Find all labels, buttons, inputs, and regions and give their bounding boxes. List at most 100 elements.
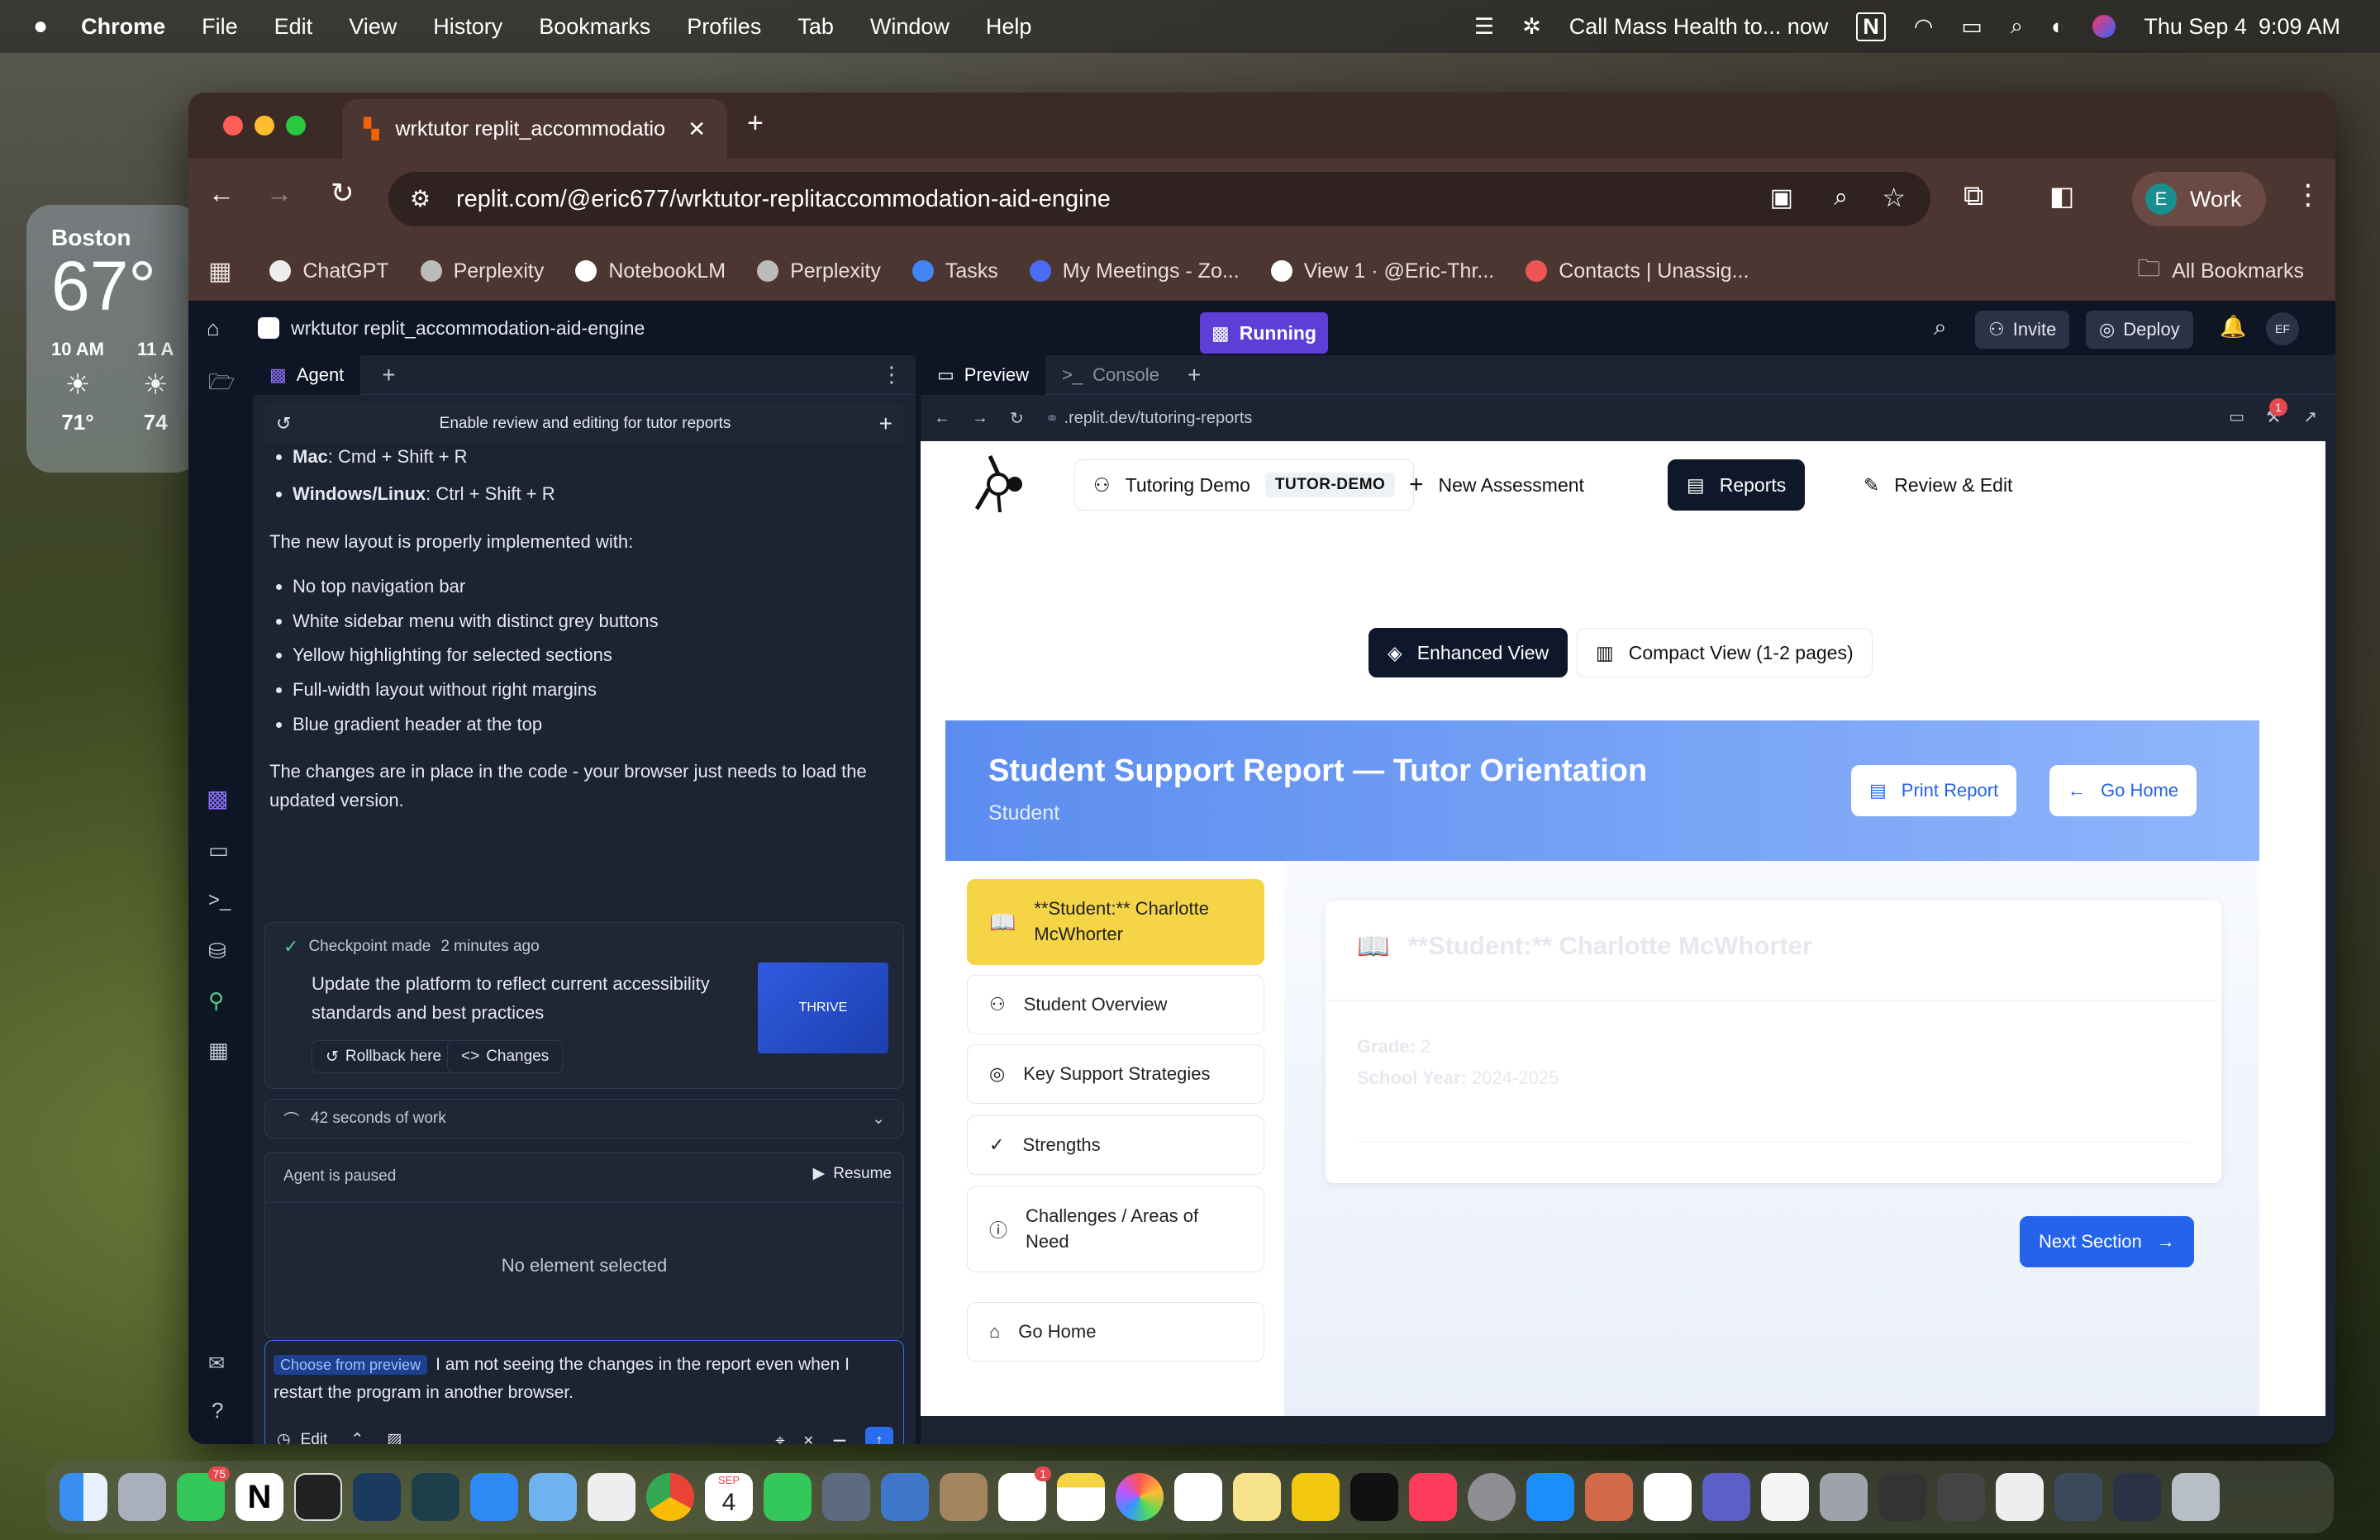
battery-icon[interactable]: ▭: [1961, 14, 1983, 40]
menubar-time[interactable]: 9:09 AM: [2259, 14, 2340, 40]
new-tab-button[interactable]: +: [747, 107, 764, 140]
reminders-icon[interactable]: 1: [998, 1466, 1051, 1521]
trash-icon[interactable]: [2172, 1473, 2220, 1521]
app-store-icon[interactable]: [1526, 1473, 1574, 1521]
extensions-icon[interactable]: ⧉: [1963, 180, 1983, 212]
mail-icon[interactable]: [470, 1473, 518, 1521]
send-button[interactable]: ↑: [865, 1427, 893, 1444]
compact-view-button[interactable]: ▥ Compact View (1-2 pages): [1577, 628, 1873, 677]
bookmark-perplexity[interactable]: Perplexity: [420, 259, 544, 283]
sidebar-item-challenges[interactable]: ⓘ Challenges / Areas of Need: [967, 1186, 1264, 1272]
zoom-icon[interactable]: ⌕: [1834, 183, 1848, 212]
preview-url[interactable]: .replit.dev/tutoring-reports: [1064, 409, 1253, 428]
ai-icon[interactable]: ✲: [1522, 14, 1541, 40]
forward-icon[interactable]: →: [266, 178, 293, 209]
maximize-window-button[interactable]: [286, 116, 306, 135]
choose-from-preview-badge[interactable]: Choose from preview: [274, 1355, 428, 1375]
launchpad-icon[interactable]: [118, 1473, 166, 1521]
weather-widget[interactable]: Boston 67° 10 AM ☀ 71° 11 A ☀ 74: [26, 205, 200, 473]
site-info-icon[interactable]: ⚙: [410, 185, 431, 212]
chat-input[interactable]: Choose from preview I am not seeing the c…: [264, 1340, 904, 1444]
run-button[interactable]: ▩ Running: [1200, 312, 1328, 354]
invite-button[interactable]: ⚇ Invite: [1975, 311, 2070, 349]
menu-file[interactable]: File: [202, 14, 238, 40]
control-center-icon[interactable]: ◐: [2051, 14, 2064, 40]
bookmark-contacts[interactable]: Contacts | Unassig...: [1526, 259, 1749, 283]
bookmark-notebooklm[interactable]: NotebookLM: [575, 259, 726, 283]
reload-icon[interactable]: ↻: [331, 177, 355, 210]
devices-icon[interactable]: ▭: [2229, 406, 2244, 427]
add-tab-icon[interactable]: +: [1188, 362, 1201, 388]
notion-icon[interactable]: N: [1856, 12, 1886, 41]
recent-window-thumbnail[interactable]: [2054, 1473, 2102, 1521]
resume-button[interactable]: ▶ Resume: [813, 1164, 892, 1183]
chatgpt-icon[interactable]: [1174, 1473, 1222, 1521]
calculator-icon[interactable]: [294, 1473, 342, 1521]
checkpoint-thumbnail[interactable]: THRIVE: [758, 962, 888, 1053]
music-icon[interactable]: [1409, 1473, 1457, 1521]
tab-agent[interactable]: ▩ Agent: [253, 354, 361, 395]
menu-help[interactable]: Help: [986, 14, 1032, 40]
side-panel-icon[interactable]: ◧: [2049, 180, 2074, 212]
chrome-icon[interactable]: [646, 1473, 694, 1521]
list-icon[interactable]: ☰: [1474, 14, 1494, 40]
work-summary[interactable]: ⌒ 42 seconds of work ⌄: [264, 1099, 904, 1138]
font-book-icon[interactable]: [1820, 1473, 1868, 1521]
files-icon[interactable]: 🗁: [208, 367, 235, 403]
recent-window-thumbnail[interactable]: [1878, 1473, 1926, 1521]
facetime-icon[interactable]: [764, 1473, 812, 1521]
sidebar-item-key-support[interactable]: ◎ Key Support Strategies: [967, 1044, 1264, 1104]
bookmark-tasks[interactable]: Tasks: [912, 259, 998, 283]
reports-button[interactable]: ▤ Reports: [1668, 459, 1806, 511]
menu-edit[interactable]: Edit: [274, 14, 313, 40]
back-icon[interactable]: ←: [934, 409, 950, 428]
bell-icon[interactable]: 🔔: [2220, 314, 2246, 340]
teams-icon[interactable]: [1702, 1473, 1750, 1521]
minimize-window-button[interactable]: [255, 116, 274, 135]
add-tab-icon[interactable]: +: [382, 362, 395, 388]
deploy-button[interactable]: ◎ Deploy: [2086, 311, 2193, 349]
element-select-icon[interactable]: ⌖: [775, 1432, 784, 1445]
tab-console[interactable]: >_ Console: [1045, 355, 1176, 395]
perplexity-icon[interactable]: [412, 1473, 459, 1521]
chevron-up-icon[interactable]: ⌃: [350, 1430, 364, 1444]
menu-view[interactable]: View: [349, 14, 397, 40]
new-thread-icon[interactable]: +: [879, 411, 892, 437]
more-options-icon[interactable]: ⋮: [881, 362, 902, 387]
textedit-icon[interactable]: [1761, 1473, 1809, 1521]
go-home-header-button[interactable]: ← Go Home: [2049, 765, 2197, 816]
help-icon[interactable]: ?: [212, 1398, 223, 1424]
app-icon[interactable]: [1292, 1473, 1340, 1521]
search-icon[interactable]: ⌕: [1934, 314, 1947, 341]
apple-icon[interactable]: ●: [33, 12, 48, 40]
menu-window[interactable]: Window: [870, 14, 950, 40]
search-icon[interactable]: ⌕: [2011, 13, 2023, 40]
profile-button[interactable]: E Work: [2132, 172, 2266, 226]
install-icon[interactable]: ▣: [1770, 183, 1793, 212]
sidebar-item-strengths[interactable]: ✓ Strengths: [967, 1115, 1264, 1175]
close-window-button[interactable]: [223, 116, 243, 135]
home-icon[interactable]: ⌂: [207, 316, 220, 341]
siri-icon[interactable]: [2092, 15, 2116, 38]
messages-icon[interactable]: 75: [177, 1466, 230, 1521]
address-bar[interactable]: ⚙ replit.com/@eric677/wrktutor-replitacc…: [388, 172, 1930, 226]
finder-icon[interactable]: [60, 1473, 107, 1521]
notion-icon[interactable]: N: [236, 1473, 283, 1521]
menu-bookmarks[interactable]: Bookmarks: [539, 14, 650, 40]
review-edit-button[interactable]: ✎ Review & Edit: [1844, 459, 2031, 511]
user-avatar[interactable]: EF: [2266, 312, 2299, 345]
edit-mode-label[interactable]: Edit: [301, 1431, 328, 1445]
system-settings-icon[interactable]: [1468, 1473, 1516, 1521]
tools-grid-icon[interactable]: ▦: [208, 1038, 229, 1063]
preview-app-icon[interactable]: [822, 1473, 870, 1521]
recent-window-thumbnail[interactable]: [2113, 1473, 2161, 1521]
forward-icon[interactable]: →: [972, 409, 988, 428]
agent-rail-icon[interactable]: ▩: [207, 785, 228, 812]
project-name[interactable]: wrktutor replit_accommodation-aid-engine: [291, 317, 645, 340]
menu-tab[interactable]: Tab: [797, 14, 834, 40]
all-bookmarks[interactable]: 🗀 All Bookmarks: [2137, 251, 2304, 291]
bookmark-perplexity-2[interactable]: Perplexity: [757, 259, 881, 283]
close-tab-icon[interactable]: ✕: [688, 116, 706, 142]
rollback-button[interactable]: ↺ Rollback here: [312, 1040, 456, 1073]
clear-icon[interactable]: ✕: [803, 1433, 814, 1444]
